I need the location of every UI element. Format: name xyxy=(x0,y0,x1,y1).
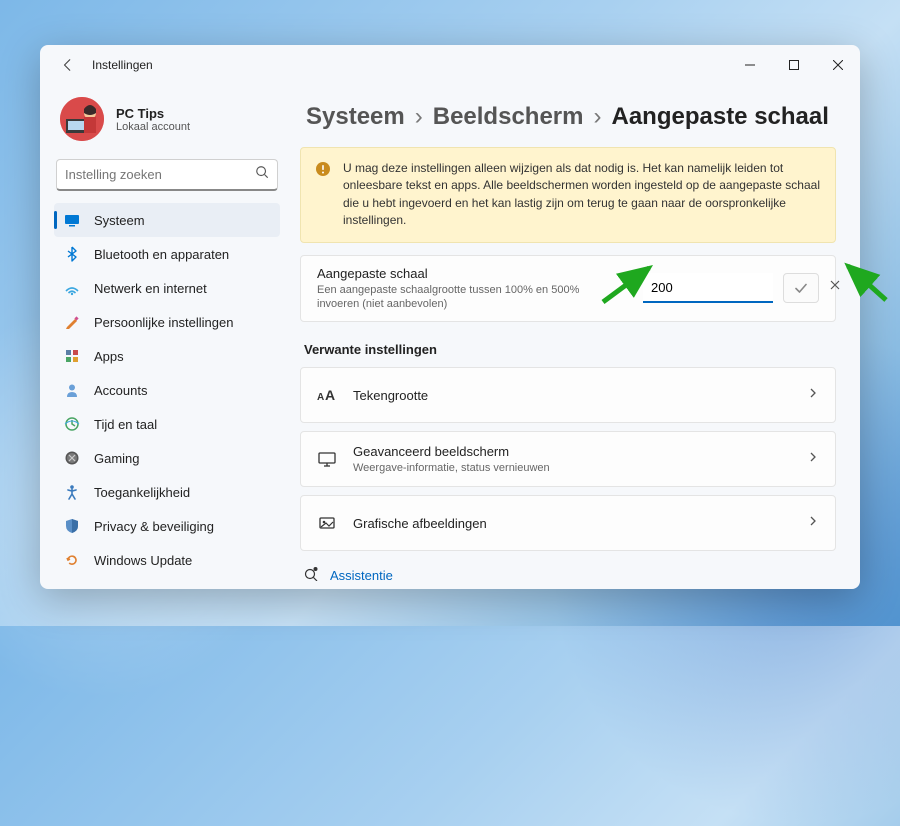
chevron-right-icon xyxy=(807,450,819,468)
nav-label: Privacy & beveiliging xyxy=(94,519,214,534)
gaming-icon xyxy=(64,450,80,466)
breadcrumb-current: Aangepaste schaal xyxy=(611,103,828,131)
sidebar-item-network[interactable]: Netwerk en internet xyxy=(54,271,280,305)
profile-block[interactable]: PC Tips Lokaal account xyxy=(54,89,280,155)
sidebar-item-personalization[interactable]: Persoonlijke instellingen xyxy=(54,305,280,339)
help-row: Assistentie xyxy=(300,565,836,586)
search-box[interactable] xyxy=(56,159,278,191)
nav-label: Apps xyxy=(94,349,124,364)
sidebar-item-bluetooth[interactable]: Bluetooth en apparaten xyxy=(54,237,280,271)
privacy-icon xyxy=(64,518,80,534)
sidebar-item-system[interactable]: Systeem xyxy=(54,203,280,237)
sidebar-item-gaming[interactable]: Gaming xyxy=(54,441,280,475)
accounts-icon xyxy=(64,382,80,398)
time-icon xyxy=(64,416,80,432)
search-input[interactable] xyxy=(65,167,255,182)
svg-text:A: A xyxy=(325,387,335,403)
minimize-button[interactable] xyxy=(728,45,772,85)
help-link[interactable]: Assistentie xyxy=(330,568,393,583)
maximize-button[interactable] xyxy=(772,45,816,85)
sidebar-item-accessibility[interactable]: Toegankelijkheid xyxy=(54,475,280,509)
text-size-icon: AA xyxy=(317,385,337,405)
card-title: Grafische afbeeldingen xyxy=(353,516,487,531)
scale-title: Aangepaste schaal xyxy=(317,266,597,281)
breadcrumb: Systeem › Beeldscherm › Aangepaste schaa… xyxy=(306,103,836,131)
settings-window: Instellingen xyxy=(40,45,860,589)
warning-icon xyxy=(315,161,331,177)
breadcrumb-sep: › xyxy=(415,103,423,131)
sidebar-item-accounts[interactable]: Accounts xyxy=(54,373,280,407)
monitor-icon xyxy=(317,449,337,469)
clear-input-button[interactable] xyxy=(827,276,843,298)
titlebar: Instellingen xyxy=(40,45,860,85)
related-advanced-display[interactable]: Geavanceerd beeldscherm Weergave-informa… xyxy=(300,431,836,487)
card-subtitle: Weergave-informatie, status vernieuwen xyxy=(353,461,550,475)
related-heading: Verwante instellingen xyxy=(304,342,836,357)
help-icon xyxy=(304,565,320,586)
personalization-icon xyxy=(64,314,80,330)
svg-text:A: A xyxy=(317,392,324,403)
system-icon xyxy=(64,212,80,228)
breadcrumb-display[interactable]: Beeldscherm xyxy=(433,103,584,131)
graphics-icon xyxy=(317,513,337,533)
apps-icon xyxy=(64,348,80,364)
chevron-right-icon xyxy=(807,386,819,404)
sidebar-item-apps[interactable]: Apps xyxy=(54,339,280,373)
profile-name: PC Tips xyxy=(116,106,190,121)
nav-label: Netwerk en internet xyxy=(94,281,207,296)
close-button[interactable] xyxy=(816,45,860,85)
nav-label: Tijd en taal xyxy=(94,417,157,432)
accessibility-icon xyxy=(64,484,80,500)
content-area: Systeem › Beeldscherm › Aangepaste schaa… xyxy=(290,85,860,589)
nav-label: Bluetooth en apparaten xyxy=(94,247,229,262)
sidebar-item-update[interactable]: Windows Update xyxy=(54,543,280,577)
back-button[interactable] xyxy=(54,51,82,79)
search-icon xyxy=(255,165,269,184)
card-title: Tekengrootte xyxy=(353,388,428,403)
network-icon xyxy=(64,280,80,296)
custom-scale-card: Aangepaste schaal Een aangepaste schaalg… xyxy=(300,255,836,323)
warning-banner: U mag deze instellingen alleen wijzigen … xyxy=(300,147,836,243)
sidebar-item-privacy[interactable]: Privacy & beveiliging xyxy=(54,509,280,543)
sidebar-item-time[interactable]: Tijd en taal xyxy=(54,407,280,441)
card-title: Geavanceerd beeldscherm xyxy=(353,444,550,459)
profile-subtitle: Lokaal account xyxy=(116,121,190,133)
nav-list: Systeem Bluetooth en apparaten Netwerk e… xyxy=(54,203,280,577)
window-controls xyxy=(728,45,860,85)
warning-text: U mag deze instellingen alleen wijzigen … xyxy=(343,160,821,230)
scale-input-field[interactable] xyxy=(643,273,773,303)
update-icon xyxy=(64,552,80,568)
chevron-right-icon xyxy=(807,514,819,532)
nav-label: Gaming xyxy=(94,451,140,466)
nav-label: Accounts xyxy=(94,383,147,398)
bluetooth-icon xyxy=(64,246,80,262)
breadcrumb-sep: › xyxy=(593,103,601,131)
sidebar: PC Tips Lokaal account Systeem Bluetooth… xyxy=(40,85,290,589)
app-title: Instellingen xyxy=(92,58,153,72)
nav-label: Windows Update xyxy=(94,553,192,568)
related-graphics[interactable]: Grafische afbeeldingen xyxy=(300,495,836,551)
avatar xyxy=(60,97,104,141)
nav-label: Toegankelijkheid xyxy=(94,485,190,500)
nav-label: Persoonlijke instellingen xyxy=(94,315,233,330)
scale-subtitle: Een aangepaste schaalgrootte tussen 100%… xyxy=(317,283,597,312)
breadcrumb-system[interactable]: Systeem xyxy=(306,103,405,131)
nav-label: Systeem xyxy=(94,213,145,228)
related-text-size[interactable]: AA Tekengrootte xyxy=(300,367,836,423)
confirm-scale-button[interactable] xyxy=(783,273,819,303)
